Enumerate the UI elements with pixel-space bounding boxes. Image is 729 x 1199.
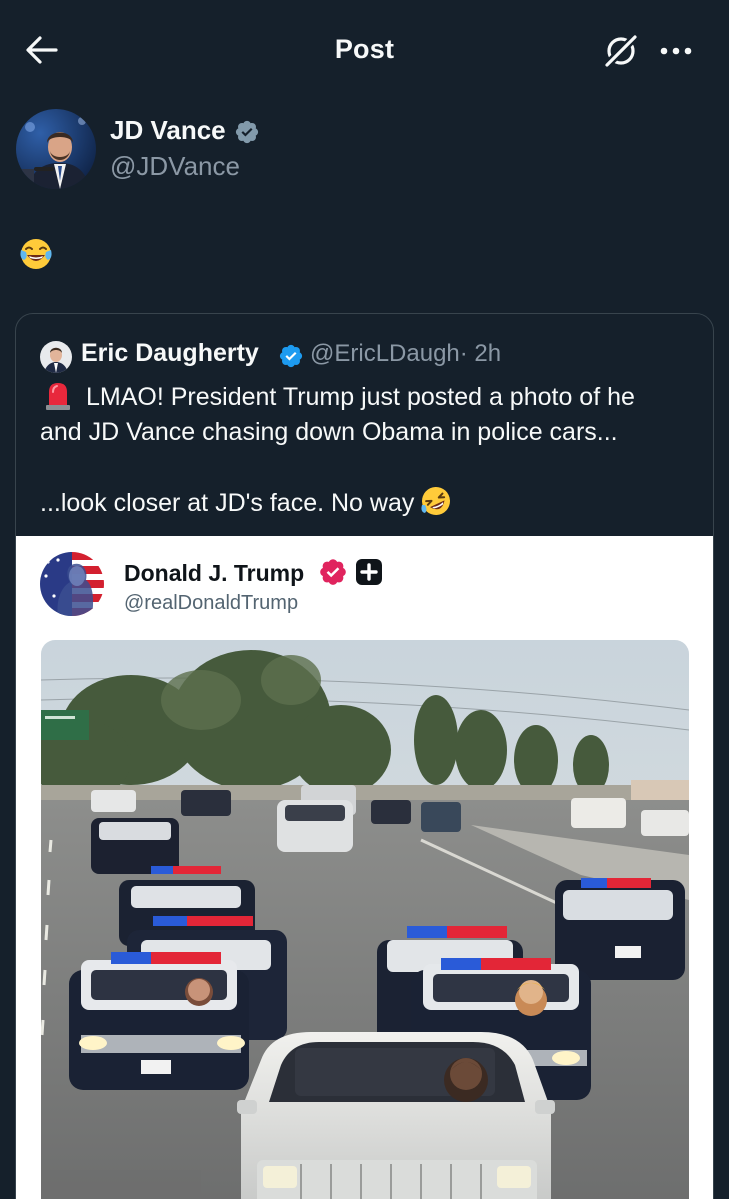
- author-handle[interactable]: @JDVance: [110, 151, 240, 182]
- avatar-photo: [16, 109, 96, 189]
- top-bar: Post: [0, 0, 729, 100]
- embedded-author-handle: @realDonaldTrump: [124, 592, 299, 614]
- avatar-photo: [40, 552, 104, 616]
- verified-badge-icon: [320, 559, 346, 585]
- embedded-image: [41, 640, 689, 1199]
- grok-icon: [603, 33, 639, 69]
- verified-badge-icon: [279, 344, 303, 368]
- avatar[interactable]: [16, 109, 96, 189]
- quoted-author-name[interactable]: Eric Daugherty: [81, 339, 259, 368]
- embedded-author-name: Donald J. Trump: [124, 560, 305, 586]
- more-icon: [660, 47, 692, 55]
- quoted-post[interactable]: Eric Daugherty @EricLDaugh· 2h LMAO! Pre…: [15, 313, 714, 1199]
- quoted-author-handle[interactable]: @EricLDaugh: [310, 340, 460, 367]
- quoted-post-text: LMAO! President Trump just posted a phot…: [40, 380, 700, 521]
- embedded-avatar: [40, 552, 104, 616]
- tears-of-joy-emoji: [20, 239, 52, 269]
- rofl-emoji: [421, 487, 451, 515]
- quoted-text-spacer: [40, 450, 700, 485]
- more-options-button[interactable]: [655, 30, 697, 72]
- quoted-post-time: · 2h: [459, 340, 502, 367]
- quoted-text-line: LMAO! President Trump just posted a phot…: [40, 380, 700, 415]
- quoted-text-line: and JD Vance chasing down Obama in polic…: [40, 418, 618, 446]
- post-author: JD Vance @JDVance: [14, 107, 714, 193]
- verified-badge-icon: [235, 120, 259, 144]
- quoted-author-meta: @EricLDaugh· 2h: [310, 340, 501, 368]
- plus-badge-icon: [356, 559, 382, 585]
- grok-button[interactable]: [600, 30, 642, 72]
- quoted-text-line: ...look closer at JD's face. No way: [40, 485, 700, 521]
- siren-emoji: [46, 383, 70, 410]
- author-name[interactable]: JD Vance: [110, 115, 226, 146]
- quoted-author-avatar[interactable]: [40, 341, 72, 373]
- avatar-photo: [40, 341, 72, 373]
- embedded-post-screenshot: Donald J. Trump @realDonaldTrump: [16, 536, 713, 1199]
- police-chase-photo: [41, 640, 689, 1199]
